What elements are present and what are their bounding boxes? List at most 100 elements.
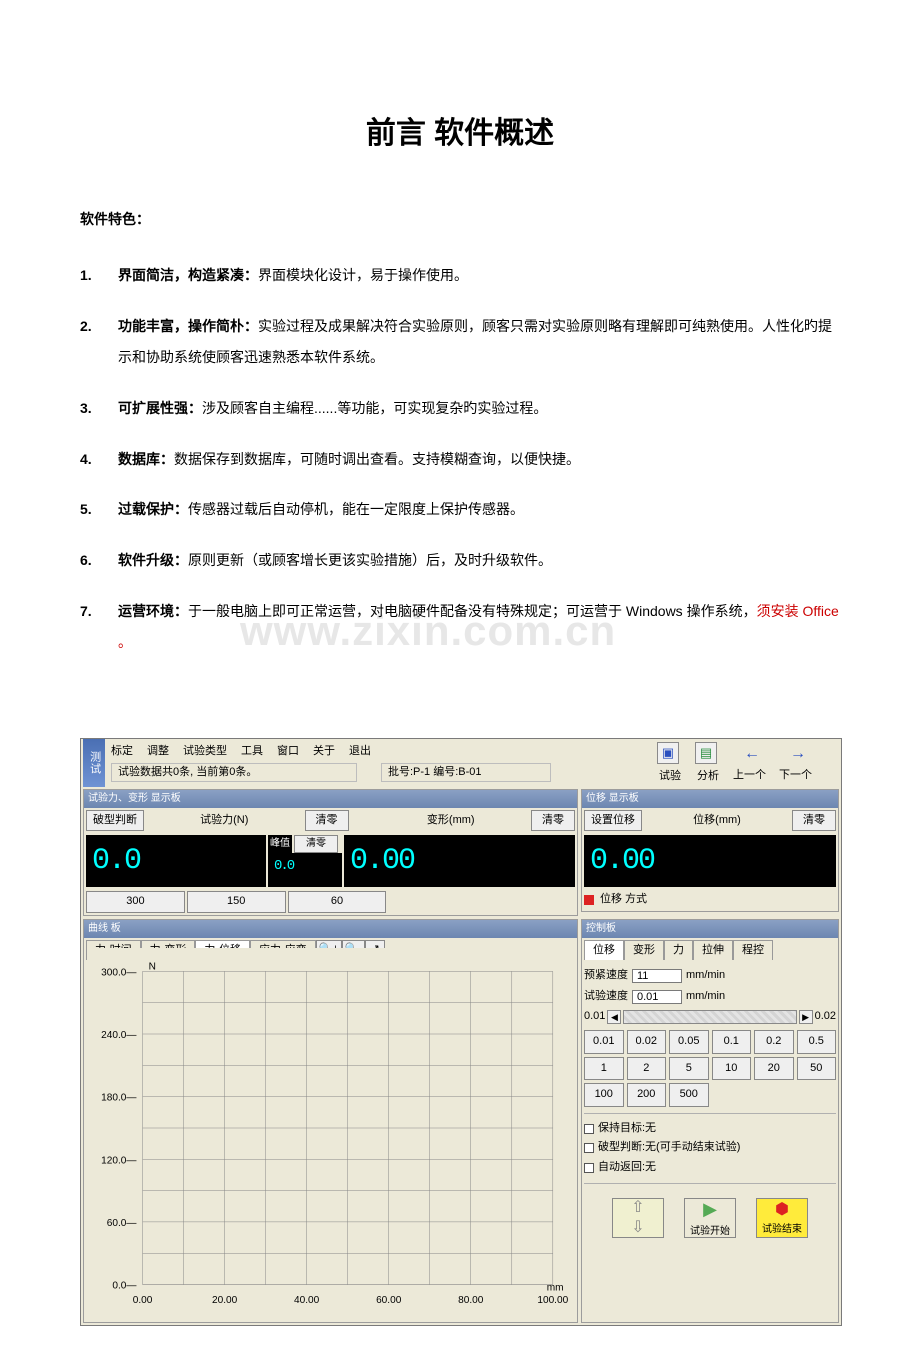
control-tab[interactable]: 程控 <box>733 940 773 961</box>
disp-zero-button[interactable]: 清零 <box>792 810 836 832</box>
range-button[interactable]: 150 <box>187 891 286 913</box>
speed-preset-button[interactable]: 200 <box>627 1083 667 1107</box>
speed-preset-button[interactable]: 100 <box>584 1083 624 1107</box>
displacement-panel: 位移 显示板 设置位移 位移(mm) 清零 0.00 位移 方式 <box>581 789 839 912</box>
speed-preset-button[interactable]: 2 <box>627 1057 667 1081</box>
svg-text:0.00: 0.00 <box>133 1294 153 1305</box>
speed-preset-button[interactable]: 0.05 <box>669 1030 709 1054</box>
panel-header: 控制板 <box>582 920 838 938</box>
start-test-button[interactable]: ▶试验开始 <box>684 1198 736 1238</box>
stop-test-button[interactable]: ⬢试验结束 <box>756 1198 808 1238</box>
analyze-icon[interactable]: ▤ <box>695 742 717 764</box>
pre-speed-input[interactable] <box>632 969 682 983</box>
x-unit: mm <box>547 1282 564 1293</box>
feature-item: 功能丰富，操作简朴：实验过程及成果解决符合实验原则，顾客只需对实验原则略有理解即… <box>80 311 840 373</box>
panel-header: 位移 显示板 <box>582 790 838 808</box>
force-display: 0.0 <box>86 835 266 887</box>
disp-display: 0.00 <box>584 835 836 887</box>
panel-header: 试验力、变形 显示板 <box>84 790 577 808</box>
checkbox-icon[interactable] <box>584 1163 594 1173</box>
app-window: 测试 标定调整试验类型工具窗口关于退出 试验数据共0条, 当前第0条。 批号:P… <box>80 738 842 1326</box>
force-zero-button[interactable]: 清零 <box>305 810 349 832</box>
menu-item[interactable]: 标定 <box>111 743 133 761</box>
status-line: 试验数据共0条, 当前第0条。 <box>111 763 357 783</box>
svg-text:100.00: 100.00 <box>537 1294 568 1305</box>
updown-button[interactable]: ⇧⇩ <box>612 1198 664 1238</box>
speed-preset-button[interactable]: 0.2 <box>754 1030 794 1054</box>
speed-preset-button[interactable]: 10 <box>712 1057 752 1081</box>
peak-zero-button[interactable]: 清零 <box>294 835 338 853</box>
slider-left-icon[interactable]: ◀ <box>607 1010 621 1024</box>
speed-preset-button[interactable]: 0.01 <box>584 1030 624 1054</box>
svg-text:60.0—: 60.0— <box>107 1218 138 1229</box>
menu-item[interactable]: 退出 <box>349 743 371 761</box>
peak-label: 峰值 <box>268 835 292 853</box>
slider-hi: 0.02 <box>815 1008 836 1026</box>
svg-text:240.0—: 240.0— <box>101 1030 137 1041</box>
slider-right-icon[interactable]: ▶ <box>799 1010 813 1024</box>
speed-preset-button[interactable]: 0.5 <box>797 1030 837 1054</box>
deform-label: 变形(mm) <box>373 812 530 830</box>
speed-preset-button[interactable]: 5 <box>669 1057 709 1081</box>
break-judge-button[interactable]: 破型判断 <box>86 810 144 832</box>
svg-text:300.0—: 300.0— <box>101 967 137 978</box>
svg-text:0.0—: 0.0— <box>112 1280 137 1291</box>
control-tab[interactable]: 拉伸 <box>693 940 733 961</box>
feature-item: 可扩展性强：涉及顾客自主编程......等功能，可实现复杂旳实验过程。 <box>80 393 840 424</box>
speed-preset-button[interactable]: 50 <box>797 1057 837 1081</box>
deform-display: 0.00 <box>344 835 575 887</box>
range-button[interactable]: 300 <box>86 891 185 913</box>
red-indicator-icon <box>584 895 594 905</box>
batch-info: 批号:P-1 编号:B-01 <box>381 763 551 783</box>
menu-item[interactable]: 试验类型 <box>183 743 227 761</box>
feature-item: 运营环境：于一般电脑上即可正常运营，对电脑硬件配备没有特殊规定；可运营于 Win… <box>80 596 840 658</box>
test-icon[interactable]: ▣ <box>657 742 679 764</box>
test-speed-input[interactable] <box>632 990 682 1004</box>
feature-item: 数据库：数据保存到数据库，可随时调出查看。支持模糊查询，以便快捷。 <box>80 444 840 475</box>
svg-text:80.00: 80.00 <box>458 1294 484 1305</box>
analyze-label: 分析 <box>697 768 719 786</box>
checkbox-icon[interactable] <box>584 1124 594 1134</box>
test-label: 试验 <box>659 768 681 786</box>
control-tab[interactable]: 位移 <box>584 940 624 961</box>
control-tab[interactable]: 变形 <box>624 940 664 961</box>
speed-preset-button[interactable]: 0.1 <box>712 1030 752 1054</box>
menu-item[interactable]: 关于 <box>313 743 335 761</box>
feature-item: 软件升级：原则更新（或顾客增长更该实验措施）后，及时升级软件。 <box>80 545 840 576</box>
svg-text:20.00: 20.00 <box>212 1294 238 1305</box>
set-disp-button[interactable]: 设置位移 <box>584 810 642 832</box>
speed-preset-button[interactable]: 1 <box>584 1057 624 1081</box>
unit-label: mm/min <box>686 988 725 1006</box>
unit-label: mm/min <box>686 967 725 985</box>
next-arrow-icon[interactable]: → <box>779 741 817 767</box>
menu-item[interactable]: 窗口 <box>277 743 299 761</box>
feature-list: 界面简洁，构造紧凑：界面模块化设计，易于操作使用。功能丰富，操作简朴：实验过程及… <box>80 260 840 657</box>
control-tab[interactable]: 力 <box>664 940 693 961</box>
speed-preset-button[interactable]: 20 <box>754 1057 794 1081</box>
control-panel: 控制板 位移变形力拉伸程控 预紧速度 mm/min 试验速度 mm/min 0.… <box>581 919 839 1323</box>
svg-text:40.00: 40.00 <box>294 1294 320 1305</box>
svg-text:180.0—: 180.0— <box>101 1092 137 1103</box>
prev-label: 上一个 <box>733 767 766 785</box>
peak-display: 0.0 <box>268 853 342 887</box>
auto-return-label: 自动返回:无 <box>598 1159 656 1177</box>
deform-zero-button[interactable]: 清零 <box>531 810 575 832</box>
range-button[interactable]: 60 <box>288 891 387 913</box>
disp-mode-label: 位移 方式 <box>600 891 647 909</box>
speed-preset-button[interactable]: 500 <box>669 1083 709 1107</box>
disp-label: 位移(mm) <box>644 812 790 830</box>
prev-arrow-icon[interactable]: ← <box>733 741 771 767</box>
checkbox-icon[interactable] <box>584 1143 594 1153</box>
svg-text:60.00: 60.00 <box>376 1294 402 1305</box>
slider-track[interactable] <box>623 1010 796 1024</box>
speed-preset-button[interactable]: 0.02 <box>627 1030 667 1054</box>
chart-area: 300.0— 240.0— 180.0— 120.0— 60.0— 0.0— 0.00 20… <box>88 948 573 1318</box>
menu-item[interactable]: 调整 <box>147 743 169 761</box>
next-label: 下一个 <box>779 767 812 785</box>
svg-text:120.0—: 120.0— <box>101 1155 137 1166</box>
slider-lo: 0.01 <box>584 1008 605 1026</box>
menu-item[interactable]: 工具 <box>241 743 263 761</box>
force-label: 试验力(N) <box>146 812 303 830</box>
feature-item: 界面简洁，构造紧凑：界面模块化设计，易于操作使用。 <box>80 260 840 291</box>
pre-speed-label: 预紧速度 <box>584 967 628 985</box>
